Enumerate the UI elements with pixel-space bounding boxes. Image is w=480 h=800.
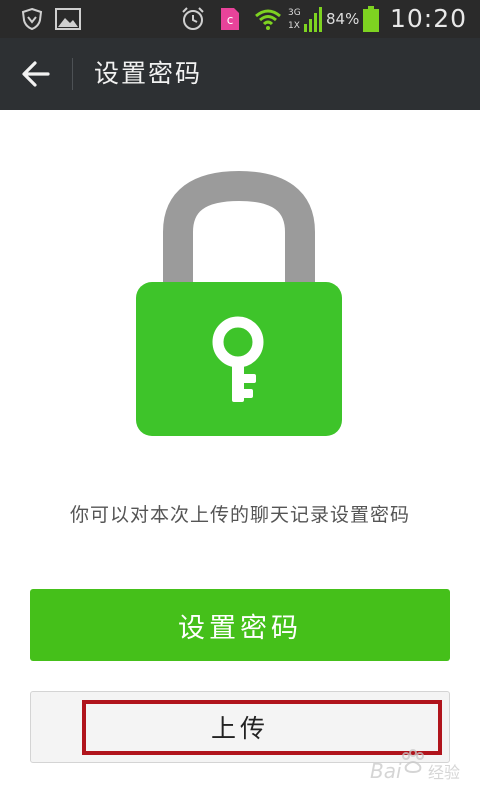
action-bar: 设置密码: [0, 38, 480, 110]
arrow-left-icon: [22, 61, 50, 87]
svg-text:c: c: [227, 13, 234, 27]
padlock-with-key-icon: [134, 170, 344, 440]
shield-icon: [18, 0, 46, 38]
network-label-3g: 3G: [288, 8, 301, 18]
battery-icon: [360, 0, 382, 38]
svg-text:Bai: Bai: [370, 759, 402, 783]
gallery-icon: [54, 0, 82, 38]
upload-button-label: 上传: [210, 714, 269, 743]
clock: 10:20: [390, 4, 468, 33]
action-bar-divider: [72, 58, 73, 90]
status-bar: c 3G 1X 84% 10:20: [0, 0, 480, 38]
wifi-icon: [253, 0, 283, 38]
page-title: 设置密码: [94, 59, 203, 88]
alarm-icon: [179, 0, 207, 38]
set-password-button[interactable]: 设置密码: [30, 589, 450, 661]
signal-icon: 3G 1X: [287, 0, 323, 38]
svg-text:经验: 经验: [428, 763, 460, 782]
set-password-button-label: 设置密码: [178, 612, 302, 644]
app-notification-icon: c: [217, 0, 243, 38]
back-button[interactable]: [10, 50, 62, 98]
watermark-logo: Bai 经验: [366, 748, 476, 788]
network-label-1x: 1X: [288, 21, 300, 31]
battery-percent: 84%: [326, 10, 360, 28]
description-text: 你可以对本次上传的聊天记录设置密码: [69, 504, 410, 526]
